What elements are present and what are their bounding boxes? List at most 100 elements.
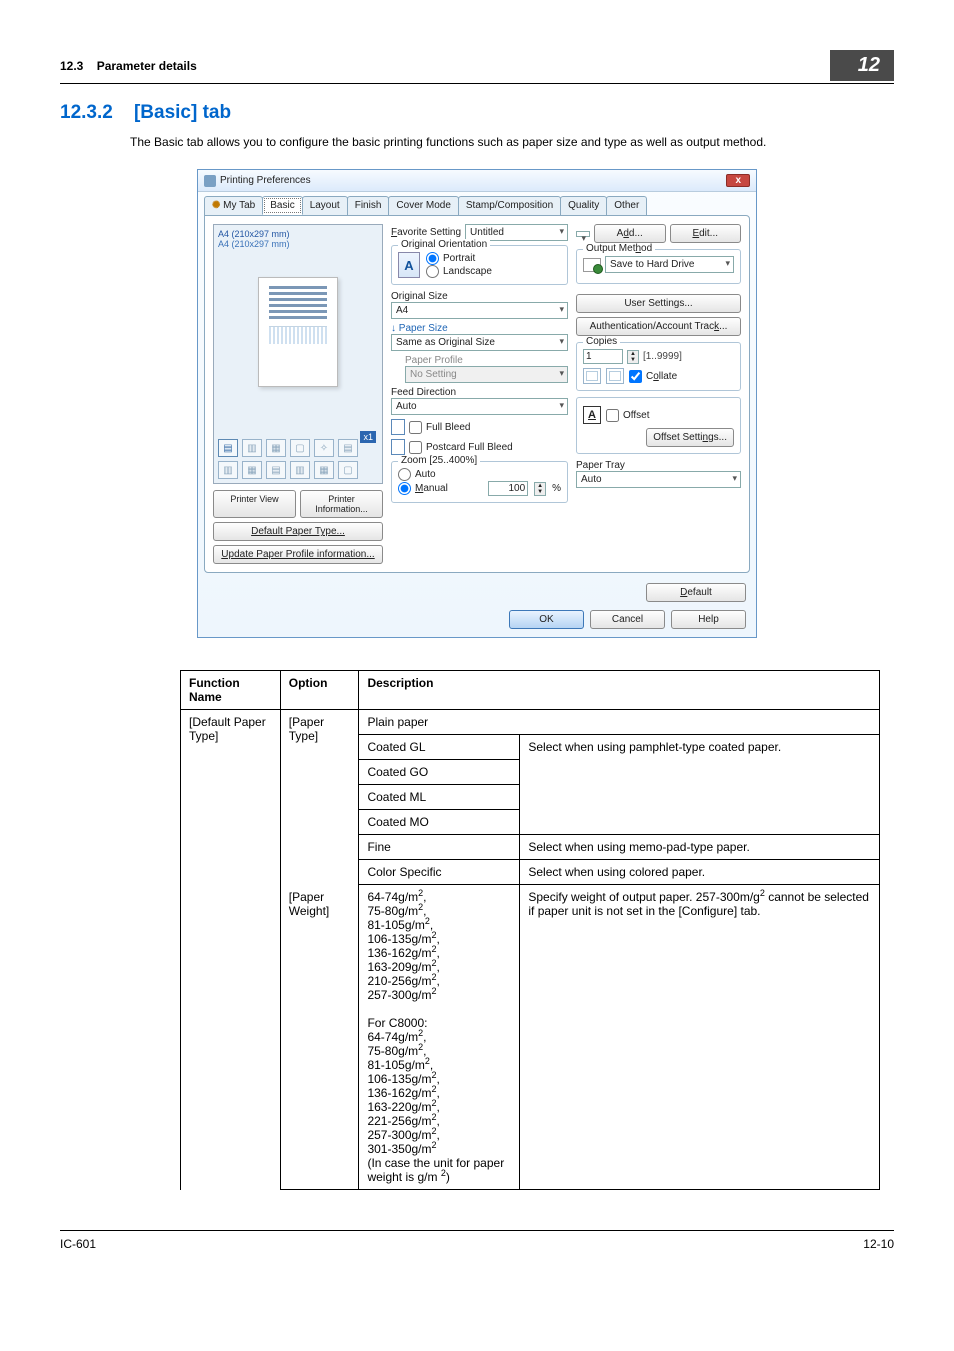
w: 257-300g/m: [367, 988, 431, 1002]
preview-option-icons: ▤ ▥ ▦ ▢ ✧ ▤ ▥ ▦ ▤ ▥ ▦ ▢: [218, 439, 378, 479]
cell-function-name: [Default Paper Type]: [181, 710, 281, 1190]
option-icon[interactable]: ▦: [314, 461, 334, 479]
table-header-row: Function Name Option Description: [181, 671, 880, 710]
landscape-radio[interactable]: Landscape: [426, 265, 492, 278]
orientation-legend: Original Orientation: [398, 239, 490, 250]
favorite-history-select[interactable]: [576, 231, 590, 237]
postcard-bleed-checkbox[interactable]: Postcard Full Bleed: [391, 439, 568, 455]
option-icon[interactable]: ▦: [242, 461, 262, 479]
preview-dims-2: A4 (210x297 mm): [218, 239, 378, 249]
tab-cover-mode[interactable]: Cover Mode: [388, 196, 458, 215]
feed-direction-select[interactable]: Auto: [391, 398, 568, 415]
option-icon[interactable]: ▤: [266, 461, 286, 479]
select-value: Untitled: [470, 227, 504, 238]
paper-tray-select[interactable]: Auto: [576, 471, 741, 488]
dialog-buttons: OK Cancel Help: [198, 602, 756, 637]
copies-input[interactable]: 1: [583, 349, 623, 364]
checkbox-label: Offset: [623, 410, 650, 421]
portrait-radio[interactable]: Portrait: [426, 252, 492, 265]
copies-spinner[interactable]: ▲▼: [627, 350, 639, 364]
tab-quality[interactable]: Quality: [560, 196, 607, 215]
tab-basic[interactable]: Basic: [262, 196, 302, 215]
ok-button[interactable]: OK: [509, 610, 584, 629]
select-value: A4: [396, 305, 408, 316]
option-icon[interactable]: ▢: [338, 461, 358, 479]
collate-icon: [583, 368, 601, 384]
option-icon[interactable]: ▥: [242, 439, 262, 457]
offset-settings-button[interactable]: Offset Settings...: [646, 428, 734, 447]
preview-dims-1: A4 (210x297 mm): [218, 229, 378, 239]
zoom-legend: Zoom [25..400%]: [398, 455, 480, 466]
footer-right: 12-10: [863, 1237, 894, 1251]
page-icon: [391, 419, 405, 435]
radio-label: Auto: [415, 469, 436, 480]
cancel-button[interactable]: Cancel: [590, 610, 665, 629]
preview-pane: A4 (210x297 mm) A4 (210x297 mm) x1 ▤ ▥ ▦…: [213, 224, 383, 484]
printer-info-button[interactable]: Printer Information...: [300, 490, 383, 518]
option-icon[interactable]: ▢: [290, 439, 310, 457]
original-size-select[interactable]: A4: [391, 302, 568, 319]
zoom-spinner[interactable]: ▲▼: [534, 482, 546, 496]
option-icon[interactable]: ✧: [314, 439, 334, 457]
tab-label: Finish: [355, 200, 382, 211]
option-icon[interactable]: ▤: [218, 439, 238, 457]
title-bar: Printing Preferences x: [198, 170, 756, 192]
edit-button[interactable]: Edit...: [670, 224, 742, 243]
close-icon[interactable]: x: [726, 174, 750, 187]
option-icon[interactable]: ▥: [218, 461, 238, 479]
w-foot: ): [446, 1170, 450, 1184]
offset-checkbox[interactable]: Offset: [606, 409, 650, 422]
zoom-group: Zoom [25..400%] Auto Manual 100 ▲▼ %: [391, 461, 568, 503]
option-icon[interactable]: ▤: [338, 439, 358, 457]
section-heading: 12.3 Parameter details: [60, 59, 197, 73]
intro-paragraph: The Basic tab allows you to configure th…: [130, 134, 894, 151]
w: 163-209g/m: [367, 960, 431, 974]
th-description: Description: [359, 671, 880, 710]
button-label: Default Paper Type...: [251, 526, 345, 537]
help-button[interactable]: Help: [671, 610, 746, 629]
tab-body: A4 (210x297 mm) A4 (210x297 mm) x1 ▤ ▥ ▦…: [204, 215, 750, 573]
tab-finish[interactable]: Finish: [347, 196, 390, 215]
right-column: Add... Edit... Output Method Save to Har…: [576, 224, 741, 564]
zoom-manual-radio[interactable]: Manual: [398, 482, 448, 495]
add-button[interactable]: Add...: [594, 224, 666, 243]
desc: Specify weight of output paper. 257-300m…: [528, 890, 760, 904]
offset-icon: A: [583, 406, 601, 424]
tab-layout[interactable]: Layout: [302, 196, 348, 215]
th-option: Option: [280, 671, 359, 710]
output-method-select[interactable]: Save to Hard Drive: [605, 256, 734, 273]
paper-size-select[interactable]: Same as Original Size: [391, 334, 568, 351]
tab-my-tab[interactable]: ✺ My Tab: [204, 196, 263, 215]
w: 301-350g/m: [367, 1142, 431, 1156]
paper-size-label: ↓ Paper Size: [391, 323, 568, 334]
tab-stamp[interactable]: Stamp/Composition: [458, 196, 561, 215]
copies-legend: Copies: [583, 336, 620, 347]
default-button[interactable]: Default: [646, 583, 746, 602]
zoom-value-input[interactable]: 100: [488, 481, 528, 496]
tab-label: My Tab: [223, 200, 255, 211]
default-paper-type-button[interactable]: Default Paper Type...: [213, 522, 383, 541]
radio-label: Manual: [415, 483, 448, 494]
cell-coated-note: Select when using pamphlet-type coated p…: [520, 735, 880, 835]
auth-track-button[interactable]: Authentication/Account Track...: [576, 317, 741, 336]
output-method-legend: Output Method: [583, 243, 655, 254]
collate-checkbox[interactable]: Collate: [629, 370, 677, 383]
select-value: Auto: [581, 474, 602, 485]
w: 64-74g/m: [367, 1030, 418, 1044]
window-title: Printing Preferences: [220, 175, 311, 186]
user-settings-button[interactable]: User Settings...: [576, 294, 741, 313]
copies-range: [1..9999]: [643, 351, 682, 362]
paper-profile-label: Paper Profile: [405, 355, 568, 366]
printer-view-button[interactable]: Printer View: [213, 490, 296, 518]
full-bleed-checkbox[interactable]: Full Bleed: [391, 419, 568, 435]
zoom-auto-radio[interactable]: Auto: [398, 468, 561, 481]
th-function-name: Function Name: [181, 671, 281, 710]
option-icon[interactable]: ▦: [266, 439, 286, 457]
cell-color-note: Select when using colored paper.: [520, 860, 880, 885]
option-icon[interactable]: ▥: [290, 461, 310, 479]
subsection-text: [Basic] tab: [134, 102, 231, 123]
update-paper-profile-button[interactable]: Update Paper Profile information...: [213, 545, 383, 564]
orientation-icon: A: [398, 252, 420, 278]
tab-other[interactable]: Other: [606, 196, 647, 215]
w: 257-300g/m: [367, 1128, 431, 1142]
